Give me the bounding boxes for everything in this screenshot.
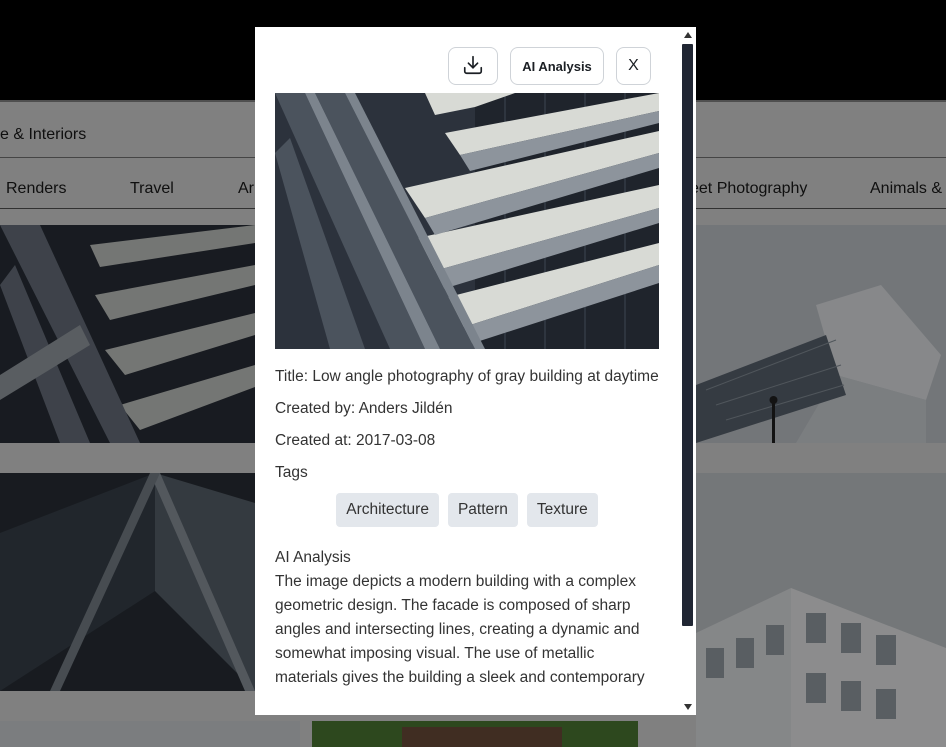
- close-button[interactable]: X: [616, 47, 651, 85]
- tag-texture[interactable]: Texture: [526, 493, 598, 527]
- ai-analysis-button[interactable]: AI Analysis: [510, 47, 604, 85]
- scroll-up-arrow-icon[interactable]: [680, 27, 696, 43]
- photo-author: Created by: Anders Jildén: [275, 400, 453, 417]
- download-icon: [462, 54, 484, 79]
- tag-architecture[interactable]: Architecture: [336, 493, 439, 527]
- photo-title: Title: Low angle photography of gray bui…: [275, 368, 659, 385]
- tag-list: Architecture Pattern Texture: [275, 493, 659, 527]
- modal-content: AI Analysis X Title: Low angle photograp…: [255, 27, 680, 715]
- modal-inner: AI Analysis X Title: Low angle photograp…: [275, 47, 659, 690]
- modal-scrollbar[interactable]: [680, 27, 696, 715]
- ai-analysis-text: The image depicts a modern building with…: [275, 573, 645, 686]
- ai-analysis-heading: AI Analysis: [275, 549, 351, 566]
- modal-photo: [275, 93, 659, 349]
- tags-heading: Tags: [275, 464, 308, 481]
- photo-created-at: Created at: 2017-03-08: [275, 432, 436, 449]
- scroll-down-arrow-icon[interactable]: [680, 699, 696, 715]
- tag-pattern[interactable]: Pattern: [447, 493, 518, 527]
- scrollbar-thumb[interactable]: [682, 44, 693, 626]
- modal-toolbar: AI Analysis X: [275, 47, 659, 93]
- photo-detail-modal: AI Analysis X Title: Low angle photograp…: [255, 27, 696, 715]
- download-button[interactable]: [448, 47, 498, 85]
